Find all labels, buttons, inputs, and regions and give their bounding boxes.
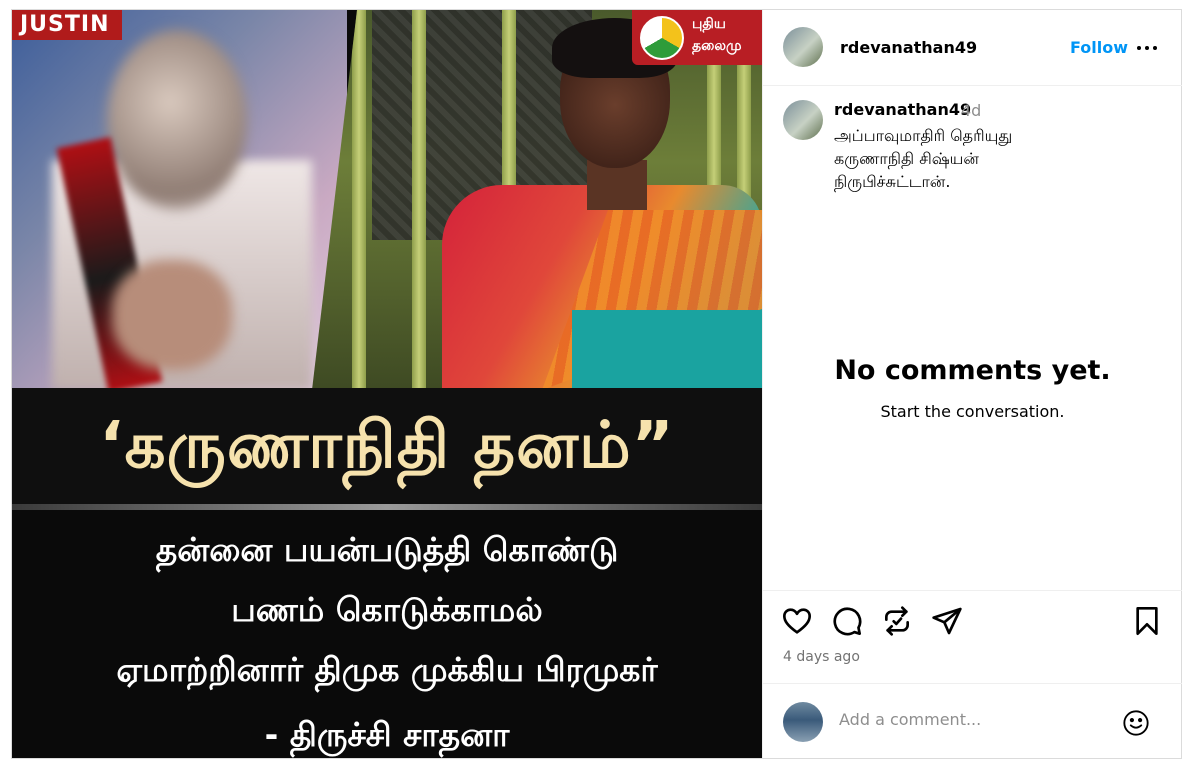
image-headline: ‘கருணாநிதி தனம்” <box>12 388 762 504</box>
image-subtext-line1: தன்னை பயன்படுத்தி கொண்டு <box>155 530 619 569</box>
image-subtext-line3: ஏமாற்றினார் திமுக முக்கிய பிரமுகர் <box>116 650 658 689</box>
more-horizontal-icon[interactable] <box>1136 38 1158 58</box>
caption-line1: அப்பாவுமாதிரி தெரியுது <box>834 126 1013 145</box>
photo-woman <box>312 10 762 390</box>
comment-icon[interactable] <box>831 605 863 637</box>
caption-line2: கருணாநிதி சிஷ்யன் <box>834 149 979 168</box>
channel-logo-icon <box>640 16 684 60</box>
justin-badge: JUSTIN <box>12 10 122 40</box>
channel-name-line1: புதிய <box>692 16 726 32</box>
emoji-icon[interactable] <box>1122 709 1150 737</box>
current-user-avatar <box>783 702 823 742</box>
share-icon[interactable] <box>931 605 963 637</box>
post-dialog: JUSTIN புதிய தலைமு ‘கருணாநிதி தனம்” தன்ன… <box>11 9 1182 759</box>
heart-icon[interactable] <box>781 605 813 637</box>
channel-logo: புதிய தலைமு <box>632 10 762 65</box>
caption-line3: நிருபிச்சுட்டான். <box>834 172 951 191</box>
caption-username[interactable]: rdevanathan49 <box>834 100 971 119</box>
photo-man-blurred <box>12 10 347 393</box>
action-bar: 4 days ago <box>763 590 1182 758</box>
repost-icon[interactable] <box>881 605 913 637</box>
post-details-panel: rdevanathan49 Follow rdevanathan49 4d அப… <box>762 10 1182 758</box>
caption-text: அப்பாவுமாதிரி தெரியுது கருணாநிதி சிஷ்யன்… <box>834 124 1154 193</box>
comment-input[interactable] <box>839 710 1109 729</box>
no-comments-subtitle: Start the conversation. <box>880 402 1065 421</box>
author-avatar[interactable] <box>783 27 823 67</box>
post-header: rdevanathan49 Follow <box>763 10 1182 86</box>
image-divider <box>12 504 762 510</box>
caption-avatar[interactable] <box>783 100 823 140</box>
image-subtext-line4: - திருச்சி சாதனா <box>264 715 510 754</box>
caption-timestamp[interactable]: 4d <box>961 101 981 120</box>
follow-button[interactable]: Follow <box>1070 38 1128 57</box>
channel-name-line2: தலைமு <box>692 38 742 54</box>
image-subtext-line2: பணம் கொடுக்காமல் <box>231 590 543 629</box>
author-username[interactable]: rdevanathan49 <box>840 38 977 57</box>
bookmark-icon[interactable] <box>1131 605 1163 637</box>
add-comment-bar <box>763 683 1182 759</box>
post-image[interactable]: JUSTIN புதிய தலைமு ‘கருணாநிதி தனம்” தன்ன… <box>12 10 762 758</box>
post-timestamp[interactable]: 4 days ago <box>783 649 860 665</box>
no-comments-title: No comments yet. <box>834 355 1111 386</box>
